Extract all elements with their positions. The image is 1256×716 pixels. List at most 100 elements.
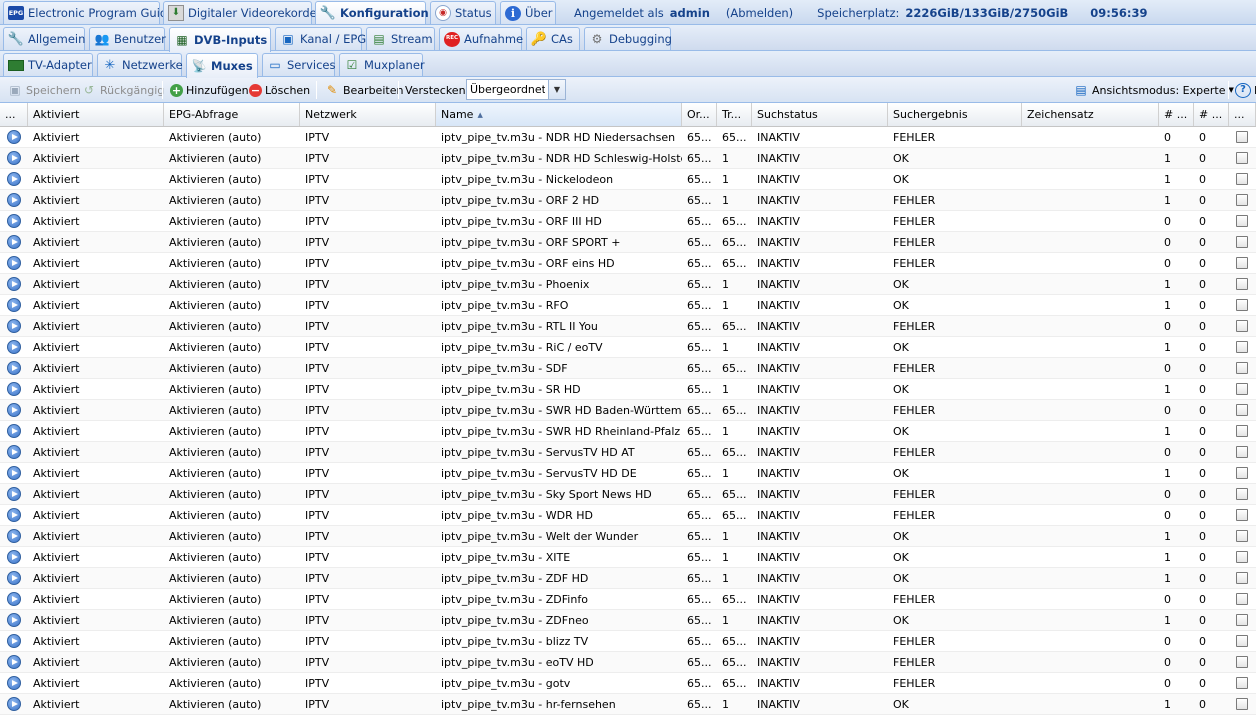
play-icon[interactable]: [7, 424, 21, 438]
table-row[interactable]: Aktiviert Aktivieren (auto) IPTV iptv_pipe_…: [0, 631, 1256, 652]
table-row[interactable]: Aktiviert Aktivieren (auto) IPTV iptv_pipe_…: [0, 463, 1256, 484]
row-select-checkbox[interactable]: [1236, 299, 1248, 311]
row-select-checkbox[interactable]: [1236, 383, 1248, 395]
row-select-checkbox[interactable]: [1236, 152, 1248, 164]
column-header-network[interactable]: Netzwerk: [300, 103, 436, 126]
row-select-checkbox[interactable]: [1236, 341, 1248, 353]
row-select-checkbox[interactable]: [1236, 635, 1248, 647]
table-row[interactable]: Aktiviert Aktivieren (auto) IPTV iptv_pipe_…: [0, 211, 1256, 232]
table-row[interactable]: Aktiviert Aktivieren (auto) IPTV iptv_pipe_…: [0, 358, 1256, 379]
table-row[interactable]: Aktiviert Aktivieren (auto) IPTV iptv_pipe_…: [0, 379, 1256, 400]
play-icon[interactable]: [7, 151, 21, 165]
table-row[interactable]: Aktiviert Aktivieren (auto) IPTV iptv_pipe_…: [0, 694, 1256, 715]
table-row[interactable]: Aktiviert Aktivieren (auto) IPTV iptv_pipe_…: [0, 505, 1256, 526]
table-row[interactable]: Aktiviert Aktivieren (auto) IPTV iptv_pipe_…: [0, 589, 1256, 610]
play-icon[interactable]: [7, 571, 21, 585]
row-select-checkbox[interactable]: [1236, 530, 1248, 542]
save-button[interactable]: ▣ Speichern: [5, 80, 83, 100]
table-row[interactable]: Aktiviert Aktivieren (auto) IPTV iptv_pipe_…: [0, 610, 1256, 631]
logout-link[interactable]: (Abmelden): [726, 6, 793, 20]
row-select-checkbox[interactable]: [1236, 551, 1248, 563]
tab-recording[interactable]: REC Aufnahme: [439, 27, 523, 50]
view-mode-button[interactable]: ▤ Ansichtsmodus: Experte ▼: [1071, 80, 1236, 100]
tab-epg[interactable]: EPG Electronic Program Guide: [3, 1, 174, 24]
row-select-checkbox[interactable]: [1236, 677, 1248, 689]
table-row[interactable]: Aktiviert Aktivieren (auto) IPTV iptv_pipe_…: [0, 190, 1256, 211]
play-icon[interactable]: [7, 193, 21, 207]
row-select-checkbox[interactable]: [1236, 425, 1248, 437]
play-icon[interactable]: [7, 466, 21, 480]
row-select-checkbox[interactable]: [1236, 614, 1248, 626]
column-header-num-channels[interactable]: # ...: [1194, 103, 1229, 126]
tab-general[interactable]: 🔧 Allgemein: [3, 27, 85, 50]
table-row[interactable]: Aktiviert Aktivieren (auto) IPTV iptv_pipe_…: [0, 316, 1256, 337]
add-button[interactable]: + Hinzufügen: [168, 80, 251, 100]
table-row[interactable]: Aktiviert Aktivieren (auto) IPTV iptv_pipe_…: [0, 274, 1256, 295]
tab-cas[interactable]: 🔑 CAs: [526, 27, 580, 50]
play-icon[interactable]: [7, 382, 21, 396]
play-icon[interactable]: [7, 172, 21, 186]
column-header-orig-network[interactable]: Or...: [682, 103, 717, 126]
tab-channel-epg[interactable]: ▣ Kanal / EPG: [275, 27, 366, 50]
play-icon[interactable]: [7, 529, 21, 543]
row-select-checkbox[interactable]: [1236, 194, 1248, 206]
row-select-checkbox[interactable]: [1236, 131, 1248, 143]
tab-services[interactable]: ▭ Services: [262, 53, 336, 76]
play-icon[interactable]: [7, 361, 21, 375]
table-row[interactable]: Aktiviert Aktivieren (auto) IPTV iptv_pipe_…: [0, 484, 1256, 505]
tab-status[interactable]: ◉ Status: [430, 1, 496, 24]
column-header-num-services[interactable]: # ...: [1159, 103, 1194, 126]
play-icon[interactable]: [7, 319, 21, 333]
play-icon[interactable]: [7, 634, 21, 648]
play-icon[interactable]: [7, 676, 21, 690]
tab-dvb-inputs[interactable]: ▦ DVB-Inputs: [169, 27, 271, 52]
hide-combo[interactable]: ▼: [466, 79, 566, 100]
tab-muxes[interactable]: 📡 Muxes: [186, 53, 258, 78]
row-select-checkbox[interactable]: [1236, 320, 1248, 332]
table-row[interactable]: Aktiviert Aktivieren (auto) IPTV iptv_pipe_…: [0, 169, 1256, 190]
play-icon[interactable]: [7, 592, 21, 606]
tab-configuration[interactable]: 🔧 Konfiguration: [315, 1, 429, 24]
table-row[interactable]: Aktiviert Aktivieren (auto) IPTV iptv_pipe_…: [0, 232, 1256, 253]
play-icon[interactable]: [7, 550, 21, 564]
row-select-checkbox[interactable]: [1236, 656, 1248, 668]
play-icon[interactable]: [7, 697, 21, 711]
table-row[interactable]: Aktiviert Aktivieren (auto) IPTV iptv_pipe_…: [0, 421, 1256, 442]
play-icon[interactable]: [7, 508, 21, 522]
play-icon[interactable]: [7, 130, 21, 144]
play-icon[interactable]: [7, 256, 21, 270]
table-row[interactable]: Aktiviert Aktivieren (auto) IPTV iptv_pipe_…: [0, 442, 1256, 463]
column-header-scan-result[interactable]: Suchergebnis: [888, 103, 1022, 126]
row-select-checkbox[interactable]: [1236, 509, 1248, 521]
tab-dvr[interactable]: ⬇ Digitaler Videorekorder: [163, 1, 321, 24]
table-row[interactable]: Aktiviert Aktivieren (auto) IPTV iptv_pipe_…: [0, 652, 1256, 673]
play-icon[interactable]: [7, 445, 21, 459]
table-row[interactable]: Aktiviert Aktivieren (auto) IPTV iptv_pipe_…: [0, 673, 1256, 694]
tab-stream[interactable]: ▤ Stream: [366, 27, 435, 50]
play-icon[interactable]: [7, 613, 21, 627]
tab-debugging[interactable]: ⚙ Debugging: [584, 27, 672, 50]
tab-mux-scheduler[interactable]: ☑ Muxplaner: [339, 53, 425, 76]
play-icon[interactable]: [7, 340, 21, 354]
table-row[interactable]: Aktiviert Aktivieren (auto) IPTV iptv_pipe_…: [0, 568, 1256, 589]
row-select-checkbox[interactable]: [1236, 572, 1248, 584]
edit-button[interactable]: ✎ Bearbeiten: [322, 80, 405, 100]
column-header-select[interactable]: ...: [1229, 103, 1256, 126]
chevron-down-icon[interactable]: ▼: [548, 80, 565, 99]
column-header-transport[interactable]: Tr...: [717, 103, 752, 126]
play-icon[interactable]: [7, 403, 21, 417]
column-header-enabled[interactable]: Aktiviert: [28, 103, 164, 126]
table-row[interactable]: Aktiviert Aktivieren (auto) IPTV iptv_pipe_…: [0, 253, 1256, 274]
row-select-checkbox[interactable]: [1236, 362, 1248, 374]
row-select-checkbox[interactable]: [1236, 488, 1248, 500]
row-select-checkbox[interactable]: [1236, 698, 1248, 710]
column-header-scan-status[interactable]: Suchstatus: [752, 103, 888, 126]
column-header-charset[interactable]: Zeichensatz: [1022, 103, 1159, 126]
table-row[interactable]: Aktiviert Aktivieren (auto) IPTV iptv_pipe_…: [0, 148, 1256, 169]
row-select-checkbox[interactable]: [1236, 236, 1248, 248]
table-row[interactable]: Aktiviert Aktivieren (auto) IPTV iptv_pipe_…: [0, 526, 1256, 547]
play-icon[interactable]: [7, 655, 21, 669]
tab-tv-adapter[interactable]: TV-Adapter: [3, 53, 93, 76]
help-button[interactable]: ? H: [1233, 80, 1256, 100]
column-header-expander[interactable]: ...: [0, 103, 28, 126]
